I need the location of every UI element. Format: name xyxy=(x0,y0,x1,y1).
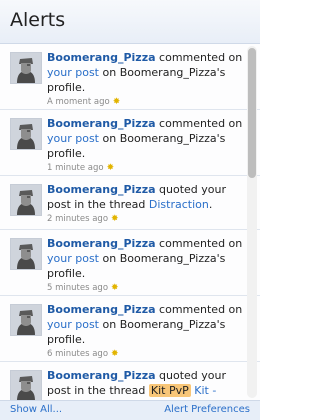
alert-item[interactable]: Boomerang_Pizza commented on your post o… xyxy=(0,296,260,362)
alert-rest: . xyxy=(208,198,213,211)
alerts-title: Alerts xyxy=(10,9,66,31)
alert-item[interactable]: Boomerang_Pizza quoted your post in the … xyxy=(0,362,260,400)
alert-time: A moment ago ✸ xyxy=(47,96,243,109)
alert-link[interactable]: your post xyxy=(47,318,99,331)
thread-prefix-badge: Kit PvP xyxy=(148,384,191,397)
alert-time: 1 minute ago ✸ xyxy=(47,162,243,175)
alert-action: commented on xyxy=(155,237,243,250)
alert-body: Boomerang_Pizza commented on your post o… xyxy=(47,236,243,295)
star-icon: ✸ xyxy=(111,283,119,293)
alert-action: commented on xyxy=(155,303,243,316)
alert-body: Boomerang_Pizza quoted your post in the … xyxy=(47,182,243,226)
alerts-scrollbar[interactable] xyxy=(247,46,257,398)
alert-link[interactable]: your post xyxy=(47,66,99,79)
alerts-footer: Show All... Alert Preferences xyxy=(0,400,260,420)
alert-body: Boomerang_Pizza quoted your post in the … xyxy=(47,368,243,400)
alert-username[interactable]: Boomerang_Pizza xyxy=(47,237,156,250)
alert-link[interactable]: your post xyxy=(47,252,99,265)
alert-preferences-link[interactable]: Alert Preferences xyxy=(164,401,250,419)
alert-time-text: 1 minute ago xyxy=(47,163,104,173)
alert-username[interactable]: Boomerang_Pizza xyxy=(47,369,156,382)
alert-time-text: 2 minutes ago xyxy=(47,214,109,224)
alert-time: 2 minutes ago ✸ xyxy=(47,213,243,226)
alert-time: 6 minutes ago ✸ xyxy=(47,348,243,361)
alert-body: Boomerang_Pizza commented on your post o… xyxy=(47,302,243,361)
alert-item[interactable]: Boomerang_Pizza quoted your post in the … xyxy=(0,176,260,230)
avatar-icon[interactable] xyxy=(10,304,42,336)
avatar-icon[interactable] xyxy=(10,52,42,84)
alert-action: commented on xyxy=(155,117,243,130)
alert-username[interactable]: Boomerang_Pizza xyxy=(47,117,156,130)
alerts-header: Alerts xyxy=(0,0,260,44)
avatar-icon[interactable] xyxy=(10,238,42,270)
alert-item[interactable]: Boomerang_Pizza commented on your post o… xyxy=(0,44,260,110)
alert-time: 5 minutes ago ✸ xyxy=(47,282,243,295)
alert-action: commented on xyxy=(155,51,243,64)
avatar-icon[interactable] xyxy=(10,184,42,216)
star-icon: ✸ xyxy=(111,349,119,359)
alert-link[interactable]: Distraction xyxy=(149,198,209,211)
alert-item[interactable]: Boomerang_Pizza commented on your post o… xyxy=(0,230,260,296)
show-all-link[interactable]: Show All... xyxy=(10,401,62,419)
alert-time-text: 5 minutes ago xyxy=(47,283,109,293)
alert-time-text: 6 minutes ago xyxy=(47,349,109,359)
star-icon: ✸ xyxy=(112,97,121,107)
star-icon: ✸ xyxy=(106,163,115,173)
alert-username[interactable]: Boomerang_Pizza xyxy=(47,51,156,64)
scrollbar-thumb[interactable] xyxy=(248,48,256,178)
avatar-icon[interactable] xyxy=(10,118,42,150)
alerts-list[interactable]: Boomerang_Pizza commented on your post o… xyxy=(0,44,260,400)
star-icon: ✸ xyxy=(111,214,119,224)
alert-item[interactable]: Boomerang_Pizza commented on your post o… xyxy=(0,110,260,176)
alert-body: Boomerang_Pizza commented on your post o… xyxy=(47,50,243,109)
alert-username[interactable]: Boomerang_Pizza xyxy=(47,183,156,196)
alert-link[interactable]: your post xyxy=(47,132,99,145)
avatar-icon[interactable] xyxy=(10,370,42,400)
alert-body: Boomerang_Pizza commented on your post o… xyxy=(47,116,243,175)
alert-username[interactable]: Boomerang_Pizza xyxy=(47,303,156,316)
alert-time-text: A moment ago xyxy=(47,97,110,107)
